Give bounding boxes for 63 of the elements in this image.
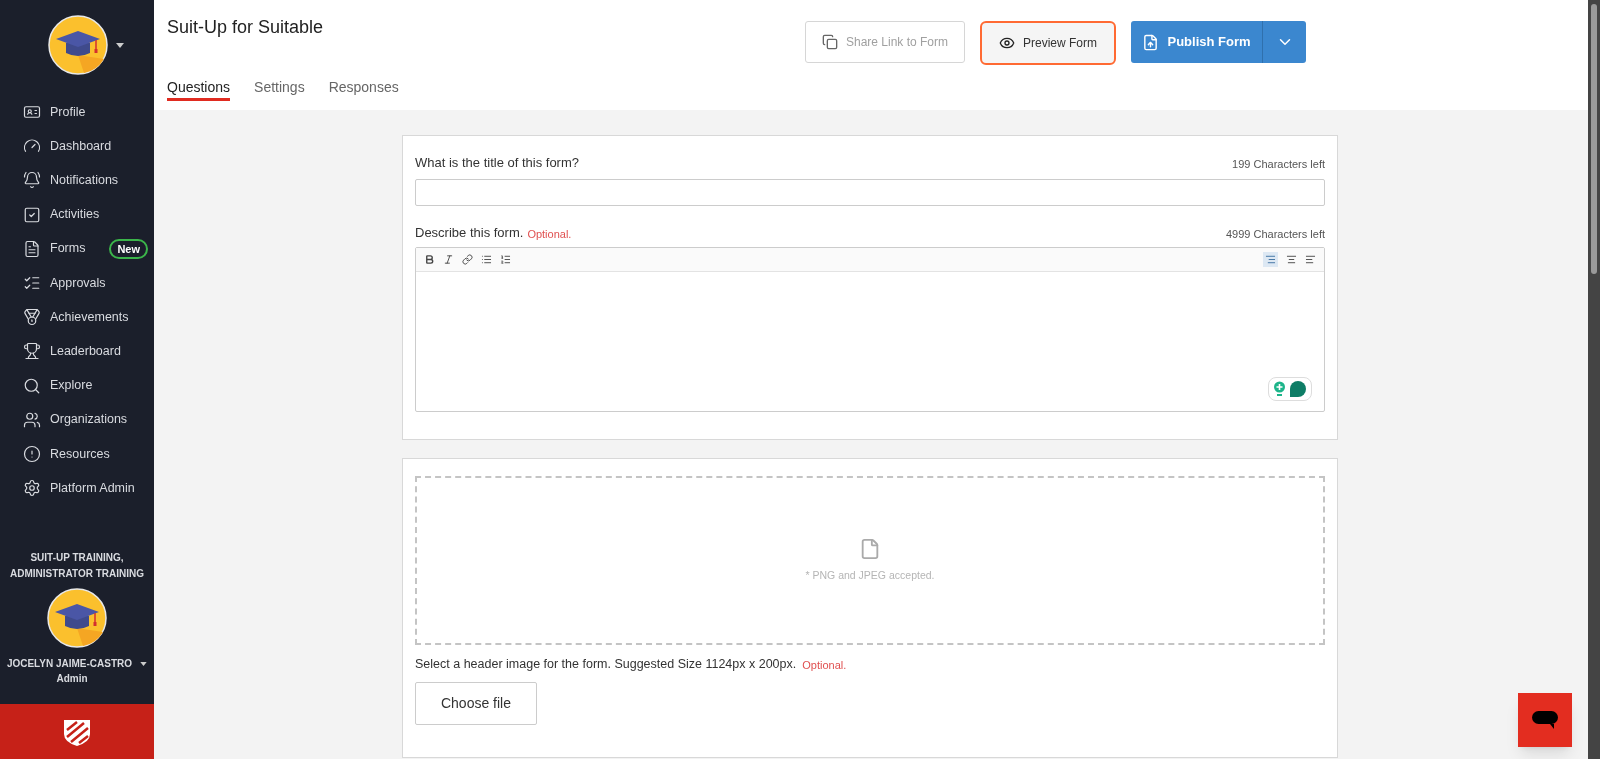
bullet-list-icon[interactable] (481, 254, 492, 265)
nav-item[interactable]: Explore (0, 368, 154, 403)
trophy-icon (23, 342, 41, 361)
optional-label: Optional. (802, 658, 847, 674)
character-counter: 199 Characters left (1232, 157, 1325, 172)
document-icon (23, 239, 41, 258)
search-icon (23, 376, 41, 395)
nav-item[interactable]: Notifications (0, 163, 154, 198)
medal-icon (23, 308, 41, 327)
nav-item[interactable]: Approvals (0, 265, 154, 301)
tab[interactable]: Questions (167, 77, 231, 101)
lightbulb-plus-icon (1273, 381, 1286, 397)
publish-button[interactable]: Publish Form (1131, 21, 1306, 63)
character-counter: 4999 Characters left (1225, 226, 1325, 242)
assistant-widget[interactable] (1268, 377, 1312, 401)
copy-icon (821, 34, 838, 50)
user-role: Admin (56, 672, 88, 686)
image-label: Select a header image for the form. Suggested Size 1124px x 200px. (415, 656, 797, 673)
chat-button[interactable] (1518, 693, 1572, 747)
nav-item[interactable]: Platform Admin (0, 471, 154, 506)
eye-icon (999, 35, 1015, 51)
chat-bubble-icon (1531, 709, 1559, 731)
preview-button[interactable]: Preview Form (980, 21, 1116, 65)
field-label: Describe this form. (415, 223, 524, 242)
user-name: JOCELYN JAIME-CASTRO (6, 657, 133, 671)
checkbox-icon (23, 205, 41, 224)
nav-item[interactable]: Profile (0, 95, 154, 130)
speech-bubble-icon (1289, 380, 1307, 398)
organization-name: SUIT-UP TRAINING, ADMINISTRATOR TRAINING (8, 551, 146, 581)
align-center-icon[interactable] (1286, 254, 1297, 265)
form-title: Suit-Up for Suitable (167, 16, 324, 39)
caret-icon[interactable] (116, 42, 124, 48)
nav-item[interactable]: Organizations (0, 402, 154, 437)
bell-icon (23, 171, 41, 190)
italic-icon[interactable] (443, 254, 454, 265)
tab[interactable]: Settings (254, 77, 305, 101)
users-icon (23, 410, 41, 429)
align-left-icon[interactable] (1305, 254, 1316, 265)
new-badge: New (109, 238, 148, 259)
field-label: What is the title of this form? (415, 154, 579, 172)
nav-item[interactable]: Dashboard (0, 129, 154, 164)
nav-item[interactable]: Achievements (0, 300, 154, 335)
avatar (48, 15, 108, 75)
alert-icon (23, 444, 41, 463)
settings-icon (23, 479, 41, 498)
tab[interactable]: Responses (328, 77, 399, 101)
link-icon[interactable] (462, 254, 473, 265)
avatar (47, 588, 107, 648)
nav-item[interactable]: Resources (0, 436, 154, 472)
nav-item[interactable]: Leaderboard (0, 334, 154, 369)
numbered-list-icon[interactable] (500, 254, 511, 265)
upload-file-icon (1142, 33, 1160, 51)
nav-item[interactable]: Activities (0, 197, 154, 232)
choose-file-button[interactable]: Choose file (415, 681, 537, 725)
file-type-hint: * PNG and JPEG accepted. (805, 567, 935, 583)
align-button[interactable] (1263, 252, 1278, 267)
title-input-field[interactable] (415, 178, 1325, 206)
bold-icon[interactable] (424, 254, 435, 265)
caret-icon[interactable] (140, 661, 148, 666)
scrollbar[interactable] (1588, 0, 1600, 759)
optional-label: Optional. (527, 226, 572, 242)
file-icon (859, 537, 881, 560)
nav-item[interactable]: Forms New (0, 231, 154, 266)
